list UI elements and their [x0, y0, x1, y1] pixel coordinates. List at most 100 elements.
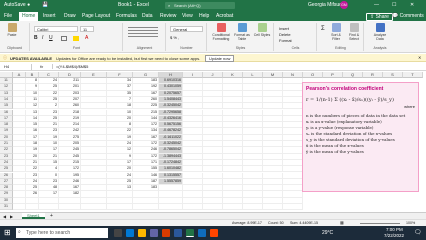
menu-bar: File Home Insert Draw Page Layout Formul…: [0, 11, 426, 21]
search-box[interactable]: ⌕ Search (Alt+Q): [165, 2, 235, 9]
conditional-formatting-button[interactable]: Conditional Formatting: [210, 23, 232, 41]
table-cell[interactable]: [59, 204, 81, 211]
conditional-icon: [216, 23, 226, 32]
table-cell[interactable]: [283, 204, 303, 211]
table-cell[interactable]: [263, 204, 283, 211]
save-icon[interactable]: 💾: [42, 2, 48, 8]
font-color-icon[interactable]: A: [85, 35, 88, 41]
formula-bar: H4 fx =(Y4-$M$4)/$M$5: [0, 63, 426, 71]
autosum-icon[interactable]: Σ: [321, 26, 325, 32]
table-cell[interactable]: [243, 204, 263, 211]
table-cell[interactable]: [39, 204, 59, 211]
clock-time[interactable]: 7:00 PM: [386, 227, 403, 232]
pearson-formula: r = 1/(n-1) Σ ((xᵢ - x̄)/sₓ)((yᵢ - ȳ)/s_…: [306, 97, 394, 103]
formula-input[interactable]: =(Y4-$M$4)/$M$5: [52, 64, 422, 69]
menu-view[interactable]: View: [182, 13, 193, 19]
teams-icon[interactable]: [150, 229, 158, 237]
comments-button[interactable]: 💬 Comments: [392, 13, 424, 19]
word-icon[interactable]: [174, 229, 182, 237]
cells-group: Insert Delete Format Cells: [275, 23, 317, 51]
editing-group: Σ Sort & Filter Find & Select Editing: [318, 23, 364, 51]
excel-icon[interactable]: [186, 229, 194, 237]
table-cell[interactable]: [223, 204, 243, 211]
format-cells-button[interactable]: Format: [279, 38, 292, 43]
table-cell[interactable]: [13, 204, 26, 211]
column-header-q[interactable]: Q: [343, 72, 363, 78]
column-header-r[interactable]: R: [363, 72, 383, 78]
currency-icon[interactable]: $ % ,: [170, 35, 179, 40]
table-cell[interactable]: [26, 204, 39, 211]
table-cell[interactable]: [159, 204, 183, 211]
table-cell[interactable]: [81, 204, 107, 211]
fx-icon[interactable]: fx: [40, 64, 43, 69]
table-cell[interactable]: [203, 204, 223, 211]
menu-draw[interactable]: Draw: [64, 13, 76, 19]
find-label: Find & Select: [348, 33, 360, 41]
clock-date[interactable]: 7/22/2022: [384, 233, 404, 238]
italic-icon[interactable]: I: [42, 35, 43, 41]
autosave-label[interactable]: AutoSave ●: [4, 2, 30, 8]
file-explorer-icon[interactable]: [138, 229, 146, 237]
font-size-select[interactable]: 11: [80, 26, 94, 32]
powerpoint-icon[interactable]: [162, 229, 170, 237]
minimize-icon[interactable]: —: [374, 2, 379, 8]
update-now-button[interactable]: Update now: [205, 55, 235, 62]
find-select-button[interactable]: Find & Select: [346, 23, 362, 41]
bold-icon[interactable]: B: [34, 35, 38, 41]
borders-icon[interactable]: [61, 36, 67, 41]
row-header[interactable]: 31: [0, 204, 13, 211]
column-header-p[interactable]: P: [323, 72, 343, 78]
menu-file[interactable]: File: [4, 13, 12, 19]
column-header-t[interactable]: T: [403, 72, 423, 78]
menu-review[interactable]: Review: [160, 13, 176, 19]
user-avatar[interactable]: GM: [340, 1, 348, 9]
chrome-icon[interactable]: [210, 229, 218, 237]
table-cell[interactable]: [133, 204, 159, 211]
cell-styles-button[interactable]: Cell Styles: [253, 23, 271, 37]
user-name[interactable]: Georgia Mifsud: [308, 2, 342, 8]
format-as-table-button[interactable]: Format as Table: [233, 23, 251, 41]
paste-button[interactable]: Paste: [4, 23, 20, 37]
analyze-data-button[interactable]: Analyze Data: [370, 23, 390, 41]
menu-formulas[interactable]: Formulas: [116, 13, 137, 19]
weather-temp[interactable]: 29°C: [322, 230, 333, 236]
share-label: Share: [375, 14, 389, 20]
number-format-select[interactable]: General: [170, 26, 203, 32]
insert-cells-button[interactable]: Insert: [279, 26, 289, 31]
sort-filter-button[interactable]: Sort & Filter: [328, 23, 344, 41]
outlook-icon[interactable]: [198, 229, 206, 237]
zoom-level[interactable]: 100%: [406, 221, 415, 225]
zoom-slider[interactable]: [360, 223, 400, 224]
maximize-icon[interactable]: ☐: [392, 2, 396, 8]
font-name-select[interactable]: Calibri: [34, 26, 78, 32]
column-header-s[interactable]: S: [383, 72, 403, 78]
table-cell[interactable]: [183, 204, 203, 211]
menu-page-layout[interactable]: Page Layout: [82, 13, 110, 19]
close-icon[interactable]: ✕: [410, 2, 414, 8]
editing-label: Editing: [335, 46, 346, 50]
view-normal-icon[interactable]: ▦: [340, 220, 344, 225]
pearson-image[interactable]: Pearson's correlation coefficient r = 1/…: [302, 82, 419, 192]
task-view-icon[interactable]: [114, 229, 122, 237]
clipboard-group: Paste Clipboard: [0, 23, 30, 51]
taskbar-search-box[interactable]: ⌕ Type here to search: [16, 228, 108, 238]
menu-home[interactable]: Home: [19, 12, 39, 21]
fill-color-icon[interactable]: [73, 36, 79, 41]
font-group: Calibri 11 B I U A Font: [31, 23, 123, 51]
menu-help[interactable]: Help: [199, 13, 209, 19]
underline-icon[interactable]: U: [49, 35, 53, 41]
windows-start-icon[interactable]: ⊞: [4, 228, 11, 237]
notification-icon[interactable]: 🗨: [414, 229, 422, 236]
menu-insert[interactable]: Insert: [43, 13, 56, 19]
menu-acrobat[interactable]: Acrobat: [216, 13, 233, 19]
column-header-o[interactable]: O: [303, 72, 323, 78]
name-box[interactable]: H4: [2, 64, 32, 70]
edge-icon[interactable]: [126, 229, 134, 237]
share-button[interactable]: ⇪ Share: [366, 13, 393, 21]
align-icon[interactable]: [128, 27, 158, 39]
delete-cells-button[interactable]: Delete: [279, 32, 291, 37]
menu-data[interactable]: Data: [142, 13, 153, 19]
close-update-icon[interactable]: ✕: [418, 55, 421, 60]
update-label: UPDATES AVAILABLE: [10, 56, 53, 61]
table-cell[interactable]: [107, 204, 133, 211]
